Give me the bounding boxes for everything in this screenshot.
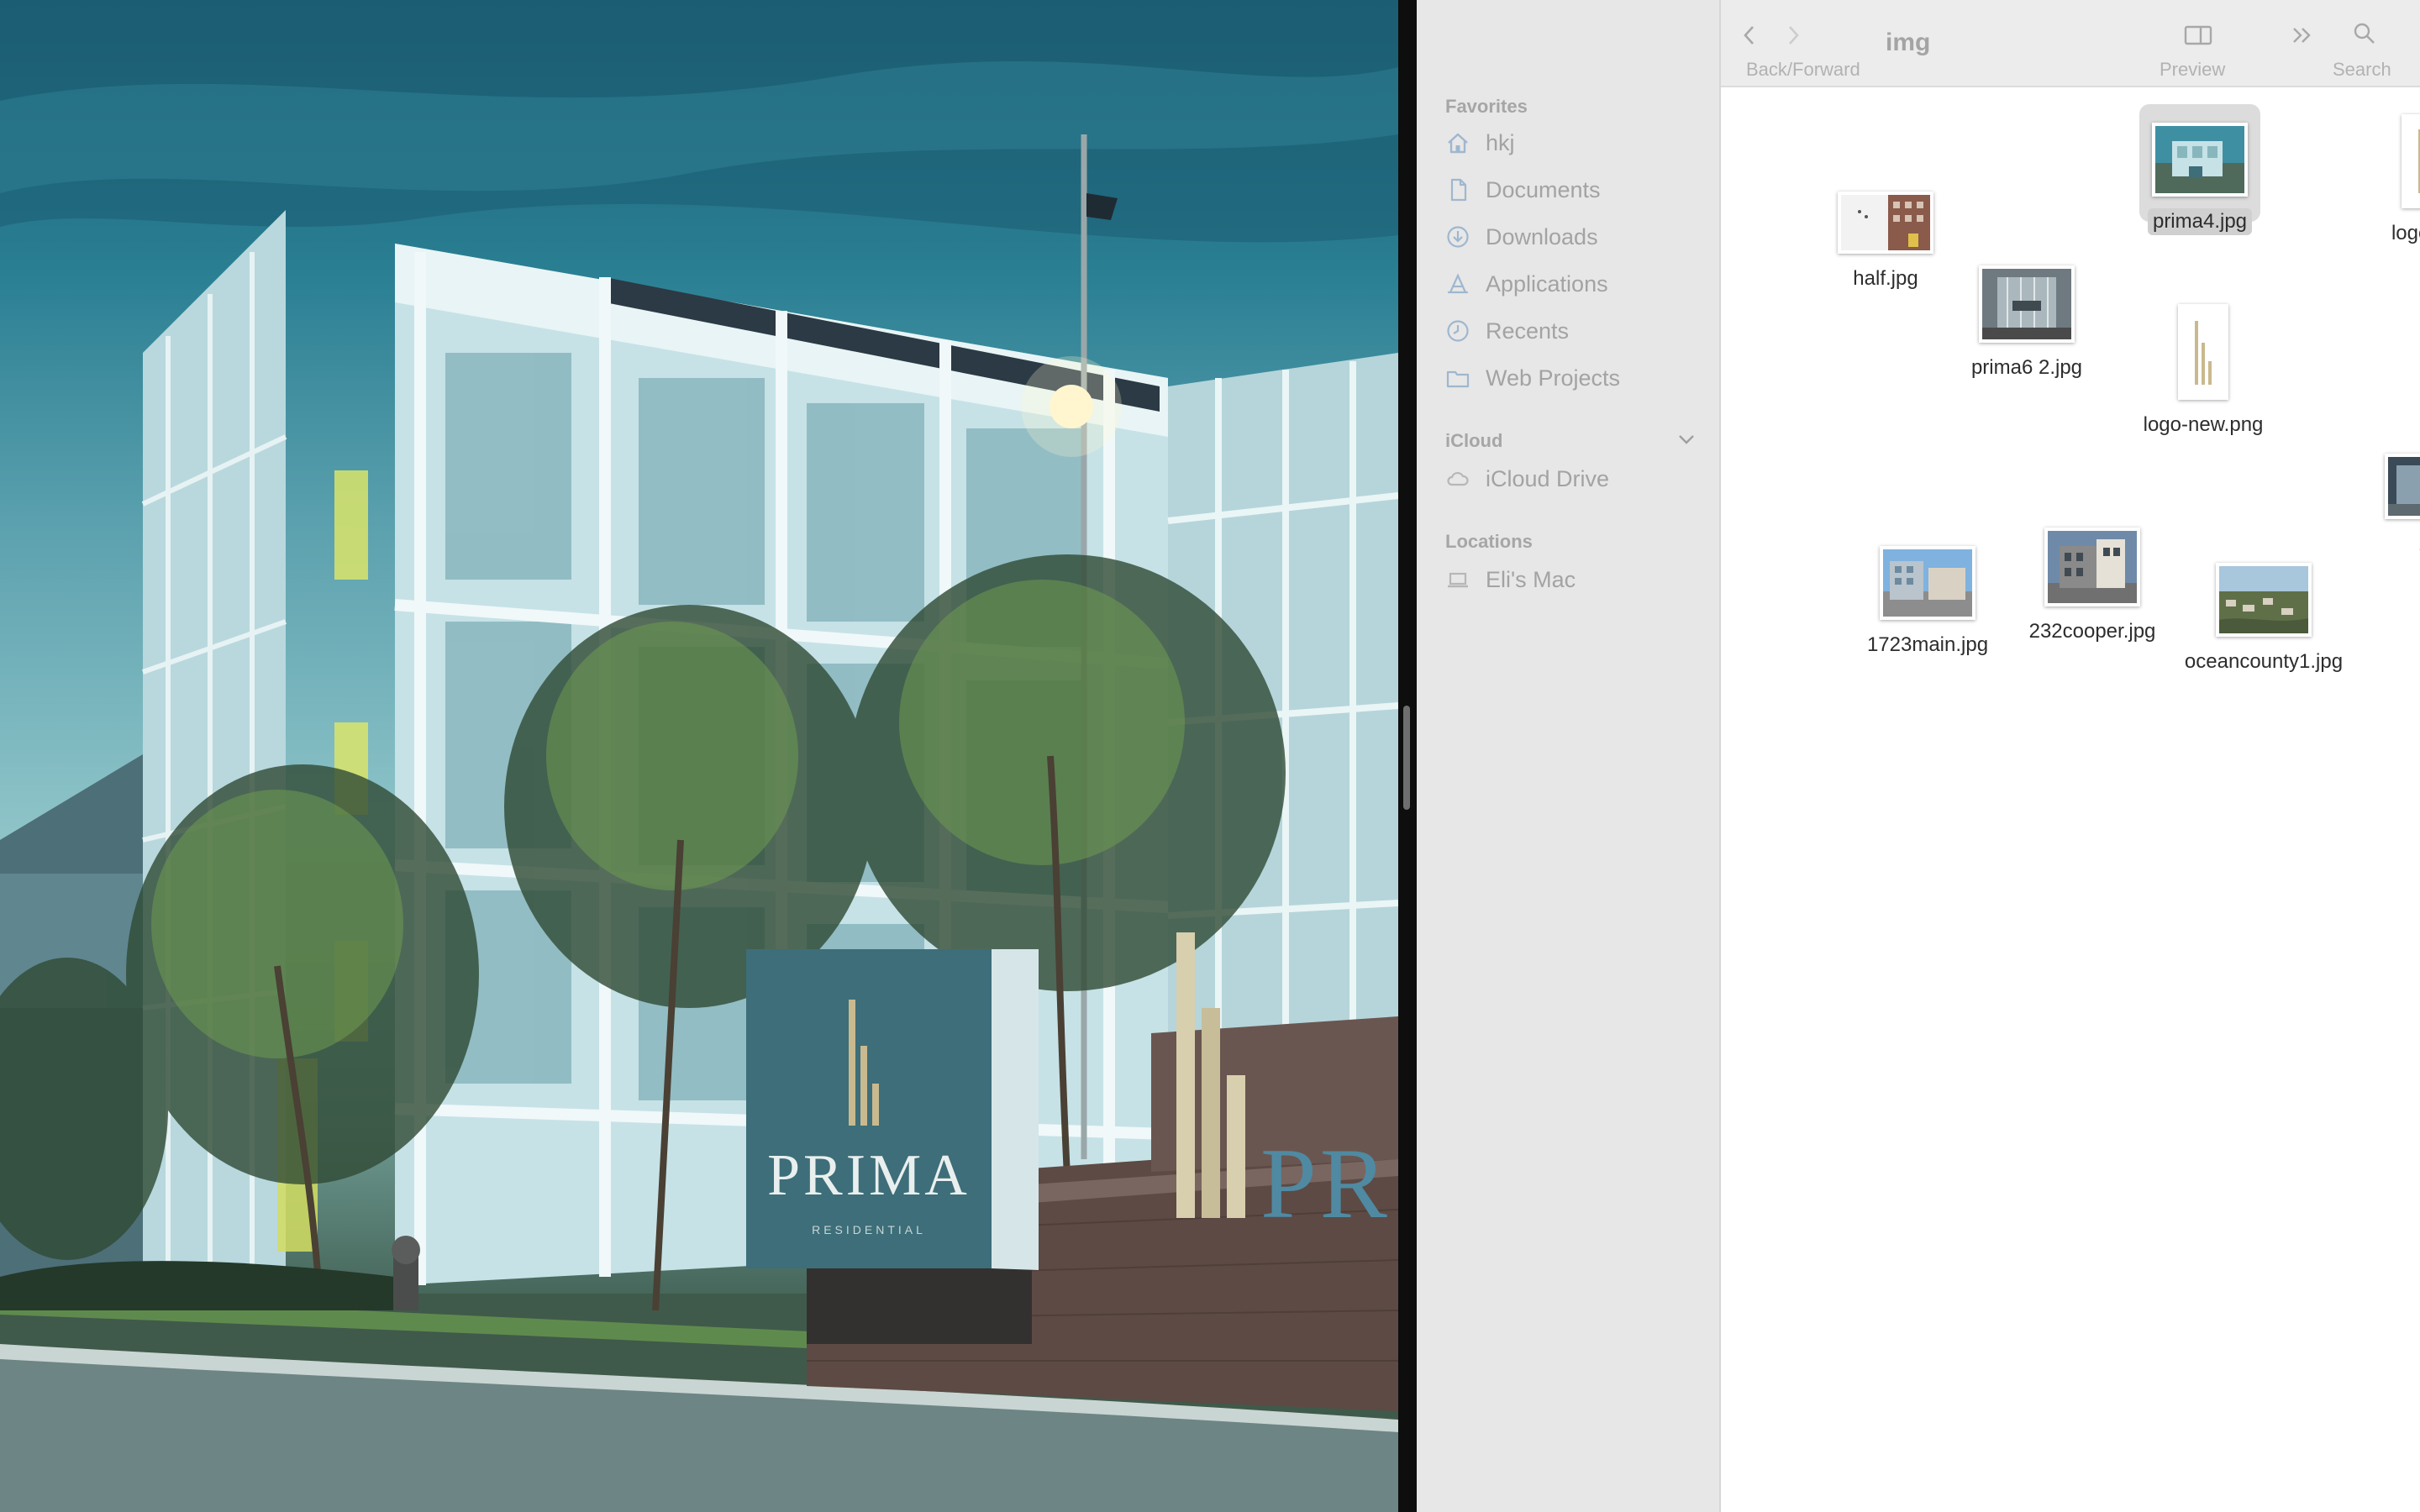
file-item-half[interactable]: half.jpg [1808,192,1963,292]
file-thumbnail [2178,304,2228,400]
more-toolbar-button[interactable] [2286,18,2319,52]
file-name: 1723main.jpg [1866,633,1989,656]
icloud-section-title: iCloud [1445,430,1503,451]
preview-button[interactable] [2180,18,2217,52]
sidebar-item-icloud-drive[interactable]: iCloud Drive [1445,460,1706,497]
laptop-icon [1445,567,1470,592]
file-thumbnail [2044,528,2140,606]
chevron-down-icon[interactable] [1676,428,1697,450]
window-title: img [1886,29,1931,56]
file-name: half.jpg [1853,267,1918,290]
file-name: oceancounty1.jpg [2184,650,2344,673]
chevron-right-icon [1789,26,1799,45]
sidebar-item-label: Web Projects [1486,365,1621,391]
file-name: logo-new.png [2143,413,2264,436]
sidebar-item-recents[interactable]: Recents [1445,312,1706,349]
sidebar-item-web-projects[interactable]: Web Projects [1445,360,1706,396]
sidebar-item-label: iCloud Drive [1486,465,1610,491]
sidebar-item-downloads[interactable]: Downloads [1445,218,1706,255]
back-button[interactable] [1733,18,1766,52]
file-item-logo[interactable]: logo.jpg [2360,114,2420,247]
wall-sign-text: PR [1260,1127,1391,1239]
file-item-1723main[interactable]: 1723main.jpg [1850,546,2005,659]
sidebar-item-hkj[interactable]: hkj [1445,124,1706,161]
file-thumbnail [2402,114,2420,208]
sidebar-item-applications[interactable]: Applications [1445,265,1706,302]
clock-icon [1445,318,1470,344]
file-thumbnail [2385,454,2420,519]
search-button[interactable] [2348,17,2381,50]
finder-toolbar: Back/Forward img Preview Search [1721,0,2420,87]
document-icon [1445,177,1470,202]
split-view-divider-handle[interactable] [1403,706,1410,810]
favorites-section-title: Favorites [1445,96,1528,117]
file-name: logo.jpg [2391,222,2420,244]
sidebar-item-label: Eli's Mac [1486,566,1576,592]
file-name: prima6 2.jpg [1970,356,2083,379]
search-icon [2354,23,2375,44]
sidebar-item-label: Applications [1486,270,1608,297]
sidebar-panel-icon [2184,25,2212,45]
download-icon [1445,224,1470,249]
finder-content: Back/Forward img Preview Search half.jpg… [1721,0,2420,1512]
file-thumbnail [2152,123,2248,197]
double-chevron-icon [2293,28,2311,43]
file-thumbnail [1880,546,1975,620]
file-thumbnail [1979,265,2075,343]
sidebar-item-label: Recents [1486,318,1570,344]
locations-section-title: Locations [1445,531,1533,552]
file-name: prima4.jpg [2147,208,2253,235]
image-preview-pane: PRIMA RESIDENTIAL PR [0,0,1398,1512]
forward-button[interactable] [1776,18,1810,52]
file-item-partial[interactable]: 26 [2380,454,2420,558]
back-forward-label: Back/Forward [1746,59,1860,80]
home-icon [1445,130,1470,155]
sign-name: PRIMA [767,1143,971,1208]
file-item-oceancounty1[interactable]: oceancounty1.jpg [2180,563,2348,675]
file-thumbnail [2216,563,2312,637]
file-thumbnail [1838,192,1933,254]
sidebar-item-label: Downloads [1486,223,1598,249]
applications-icon [1445,271,1470,297]
search-label: Search [2333,59,2391,80]
cloud-icon [1445,466,1470,491]
sidebar-item-label: Documents [1486,176,1601,202]
sidebar-item-elis-mac[interactable]: Eli's Mac [1445,561,1706,598]
finder-sidebar: Favorites hkj Documents Downloads Applic… [1417,0,1721,1512]
file-item-logo-new[interactable]: logo-new.png [2129,304,2277,438]
folder-icon [1445,365,1470,391]
preview-label: Preview [2160,59,2226,80]
sidebar-item-label: hkj [1486,129,1515,155]
sign-subtitle: RESIDENTIAL [812,1223,926,1236]
file-item-prima4[interactable]: prima4.jpg [2123,123,2277,235]
file-item-prima6-2[interactable]: prima6 2.jpg [1948,265,2106,381]
file-name: 26 [2414,531,2420,558]
file-name: 232cooper.jpg [2028,620,2156,643]
chevron-left-icon [1744,26,1754,45]
sidebar-item-documents[interactable]: Documents [1445,171,1706,208]
file-item-232cooper[interactable]: 232cooper.jpg [2015,528,2170,645]
building-rendering [0,0,1398,1512]
